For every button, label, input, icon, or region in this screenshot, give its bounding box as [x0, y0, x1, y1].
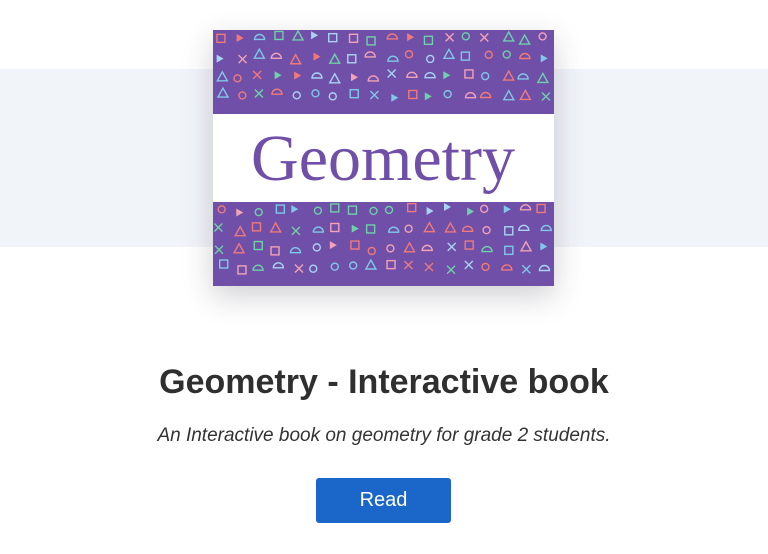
book-card-page: Geometry Geometry - Interactive book An … — [0, 0, 768, 554]
book-description: An Interactive book on geometry for grad… — [157, 425, 611, 446]
book-cover-image: Geometry — [213, 30, 554, 286]
read-button[interactable]: Read — [316, 478, 451, 523]
cover-title-text: Geometry — [251, 122, 515, 195]
book-title: Geometry - Interactive book — [159, 363, 609, 401]
